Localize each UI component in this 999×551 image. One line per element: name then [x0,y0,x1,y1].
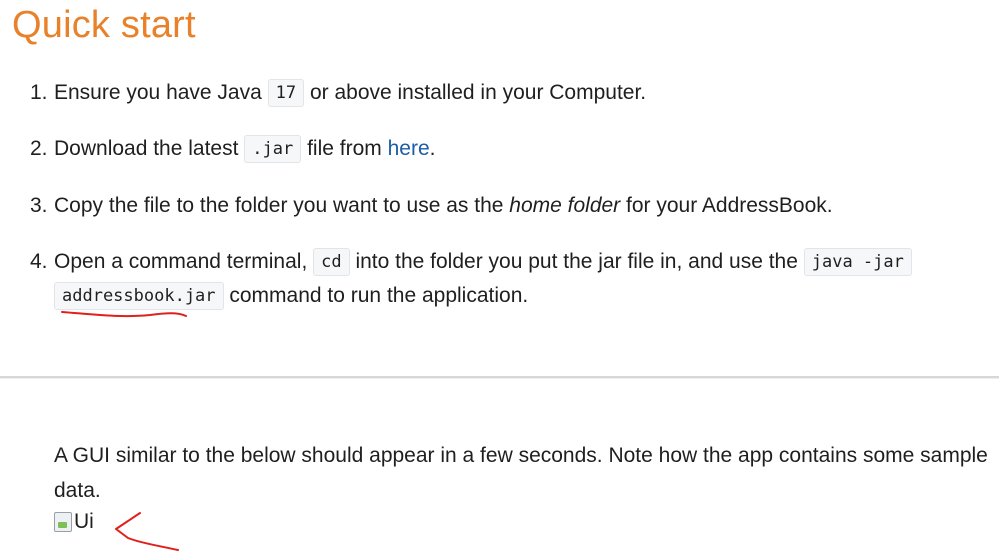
step-1: 1. Ensure you have Java 17 or above insta… [30,76,646,110]
step-4: 4. Open a command terminal, cd into the f… [30,245,912,279]
home-folder-emphasis: home folder [509,194,621,217]
page-title: Quick start [12,4,196,46]
step-2: 2. Download the latest .jar file from her… [30,132,435,166]
step-3: 3. Copy the file to the folder you want t… [30,194,833,217]
code-cd: cd [313,248,350,276]
ui-screenshot-image: Ui [54,510,94,534]
red-arrow-annotation [115,512,179,551]
code-java-version: 17 [267,79,305,107]
broken-image-icon [54,512,72,532]
step-4-continuation: addressbook.jar command to run the appli… [54,279,528,313]
image-alt-text: Ui [74,510,94,533]
gui-description: A GUI similar to the below should appear… [54,444,988,502]
code-jar: .jar [244,135,302,163]
section-divider [0,376,999,379]
download-here-link[interactable]: here [388,137,430,160]
code-addressbook-jar: addressbook.jar [54,282,224,310]
code-java-jar: java -jar [803,248,912,276]
